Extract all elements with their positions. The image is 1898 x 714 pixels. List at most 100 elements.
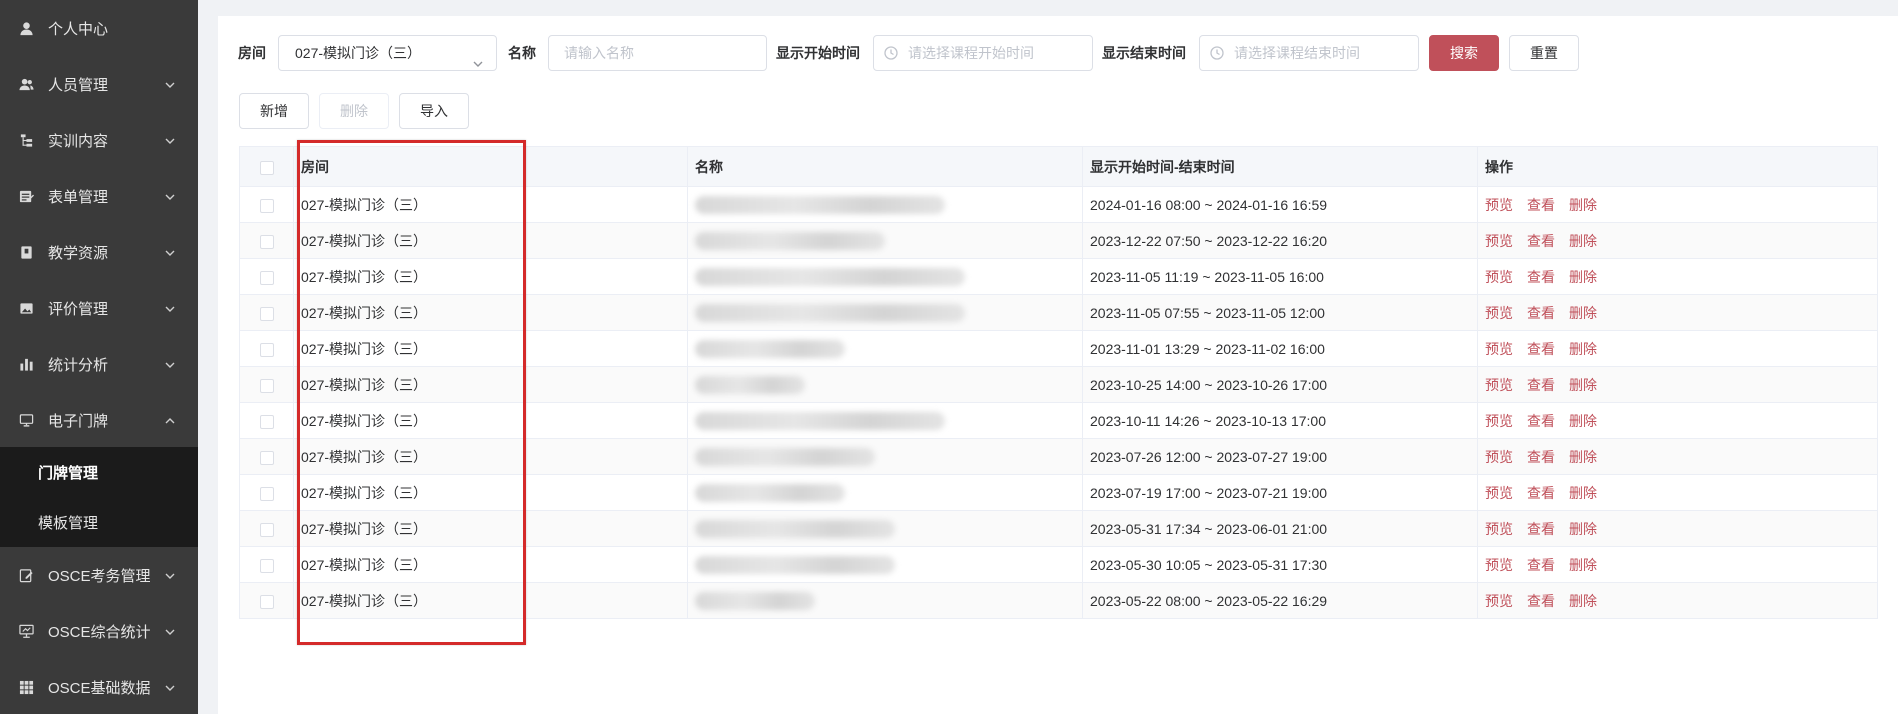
table-row: 027-模拟门诊（三） 2023-10-11 14:26 ~ 2023-10-13… [239, 402, 1878, 439]
sidebar-item-6[interactable]: 评价管理 [0, 280, 198, 336]
sidebar-item-7[interactable]: 统计分析 [0, 336, 198, 392]
preview-link[interactable]: 预览 [1485, 305, 1513, 321]
delete-link[interactable]: 删除 [1569, 521, 1597, 537]
actions-cell: 预览 查看 删除 [1477, 582, 1878, 619]
preview-link[interactable]: 预览 [1485, 521, 1513, 537]
preview-link[interactable]: 预览 [1485, 557, 1513, 573]
delete-button[interactable]: 删除 [319, 93, 389, 129]
preview-link[interactable]: 预览 [1485, 413, 1513, 429]
select-all-checkbox[interactable] [259, 160, 274, 175]
sidebar-item-label: OSCE综合统计 [48, 623, 151, 641]
sidebar-item-11[interactable]: OSCE基础数据 [0, 659, 198, 714]
name-cell [687, 510, 1083, 547]
row-checkbox[interactable] [259, 198, 274, 213]
sidebar-item-label: 教学资源 [48, 244, 109, 262]
row-checkbox[interactable] [259, 234, 274, 249]
view-link[interactable]: 查看 [1527, 413, 1555, 429]
name-cell [687, 438, 1083, 475]
view-link[interactable]: 查看 [1527, 557, 1555, 573]
row-checkbox[interactable] [259, 306, 274, 321]
name-search-input[interactable] [548, 35, 767, 71]
sidebar-item-1[interactable]: 个人中心 [0, 0, 198, 56]
delete-link[interactable]: 删除 [1569, 485, 1597, 501]
blurred-name-text [695, 591, 815, 610]
sidebar-item-8[interactable]: 电子门牌 [0, 392, 198, 448]
view-link[interactable]: 查看 [1527, 449, 1555, 465]
room-label: 房间 [238, 45, 266, 61]
room-select[interactable]: 027-模拟门诊（三） [278, 35, 497, 71]
preview-link[interactable]: 预览 [1485, 341, 1513, 357]
blurred-name-text [695, 555, 895, 574]
preview-link[interactable]: 预览 [1485, 449, 1513, 465]
time-range-cell: 2023-10-25 14:00 ~ 2023-10-26 17:00 [1082, 366, 1478, 403]
add-button[interactable]: 新增 [239, 93, 309, 129]
start-time-input[interactable] [908, 45, 1078, 61]
sidebar-item-label: 个人中心 [48, 20, 109, 38]
sidebar-item-10[interactable]: OSCE综合统计 [0, 603, 198, 659]
delete-link[interactable]: 删除 [1569, 341, 1597, 357]
time-range-cell: 2023-05-30 10:05 ~ 2023-05-31 17:30 [1082, 546, 1478, 583]
row-checkbox[interactable] [259, 450, 274, 465]
sidebar-item-9[interactable]: OSCE考务管理 [0, 547, 198, 603]
search-button[interactable]: 搜索 [1429, 35, 1499, 71]
view-link[interactable]: 查看 [1527, 305, 1555, 321]
sidebar-item-label: 表单管理 [48, 188, 109, 206]
sidebar-item-3[interactable]: 实训内容 [0, 112, 198, 168]
view-link[interactable]: 查看 [1527, 233, 1555, 249]
delete-link[interactable]: 删除 [1569, 269, 1597, 285]
actions-cell: 预览 查看 删除 [1477, 402, 1878, 439]
delete-link[interactable]: 删除 [1569, 413, 1597, 429]
row-checkbox[interactable] [259, 414, 274, 429]
import-button[interactable]: 导入 [399, 93, 469, 129]
table-row: 027-模拟门诊（三） 2023-10-25 14:00 ~ 2023-10-26… [239, 366, 1878, 403]
room-cell: 027-模拟门诊（三） [293, 258, 688, 295]
view-link[interactable]: 查看 [1527, 377, 1555, 393]
end-time-picker[interactable] [1199, 35, 1419, 71]
sidebar-item-label: 统计分析 [48, 356, 109, 374]
preview-link[interactable]: 预览 [1485, 233, 1513, 249]
row-checkbox-cell [239, 438, 294, 475]
preview-link[interactable]: 预览 [1485, 377, 1513, 393]
view-link[interactable]: 查看 [1527, 341, 1555, 357]
room-cell: 027-模拟门诊（三） [293, 582, 688, 619]
chevron-down-icon [164, 681, 176, 693]
name-cell [687, 366, 1083, 403]
row-checkbox[interactable] [259, 378, 274, 393]
row-checkbox[interactable] [259, 270, 274, 285]
row-checkbox[interactable] [259, 486, 274, 501]
delete-link[interactable]: 删除 [1569, 197, 1597, 213]
name-cell [687, 546, 1083, 583]
delete-link[interactable]: 删除 [1569, 593, 1597, 609]
row-checkbox[interactable] [259, 342, 274, 357]
row-checkbox[interactable] [259, 558, 274, 573]
preview-link[interactable]: 预览 [1485, 593, 1513, 609]
submenu-item-template-management[interactable]: 模板管理 [0, 497, 198, 547]
row-checkbox[interactable] [259, 522, 274, 537]
view-link[interactable]: 查看 [1527, 521, 1555, 537]
sidebar-item-4[interactable]: 表单管理 [0, 168, 198, 224]
preview-link[interactable]: 预览 [1485, 197, 1513, 213]
monitor-icon [18, 412, 34, 428]
delete-link[interactable]: 删除 [1569, 377, 1597, 393]
view-link[interactable]: 查看 [1527, 197, 1555, 213]
view-link[interactable]: 查看 [1527, 485, 1555, 501]
delete-link[interactable]: 删除 [1569, 557, 1597, 573]
view-link[interactable]: 查看 [1527, 269, 1555, 285]
delete-link[interactable]: 删除 [1569, 449, 1597, 465]
end-time-input[interactable] [1234, 45, 1404, 61]
delete-link[interactable]: 删除 [1569, 305, 1597, 321]
submenu-item-doorplate-management[interactable]: 门牌管理 [0, 447, 198, 497]
sidebar-item-2[interactable]: 人员管理 [0, 56, 198, 112]
delete-link[interactable]: 删除 [1569, 233, 1597, 249]
sidebar-item-label: OSCE考务管理 [48, 567, 151, 585]
sidebar-item-5[interactable]: 教学资源 [0, 224, 198, 280]
reset-button[interactable]: 重置 [1509, 35, 1579, 71]
preview-link[interactable]: 预览 [1485, 269, 1513, 285]
preview-link[interactable]: 预览 [1485, 485, 1513, 501]
sidebar-item-label: 实训内容 [48, 132, 109, 150]
row-checkbox[interactable] [259, 594, 274, 609]
start-time-picker[interactable] [873, 35, 1093, 71]
view-link[interactable]: 查看 [1527, 593, 1555, 609]
row-checkbox-cell [239, 474, 294, 511]
room-cell: 027-模拟门诊（三） [293, 186, 688, 223]
